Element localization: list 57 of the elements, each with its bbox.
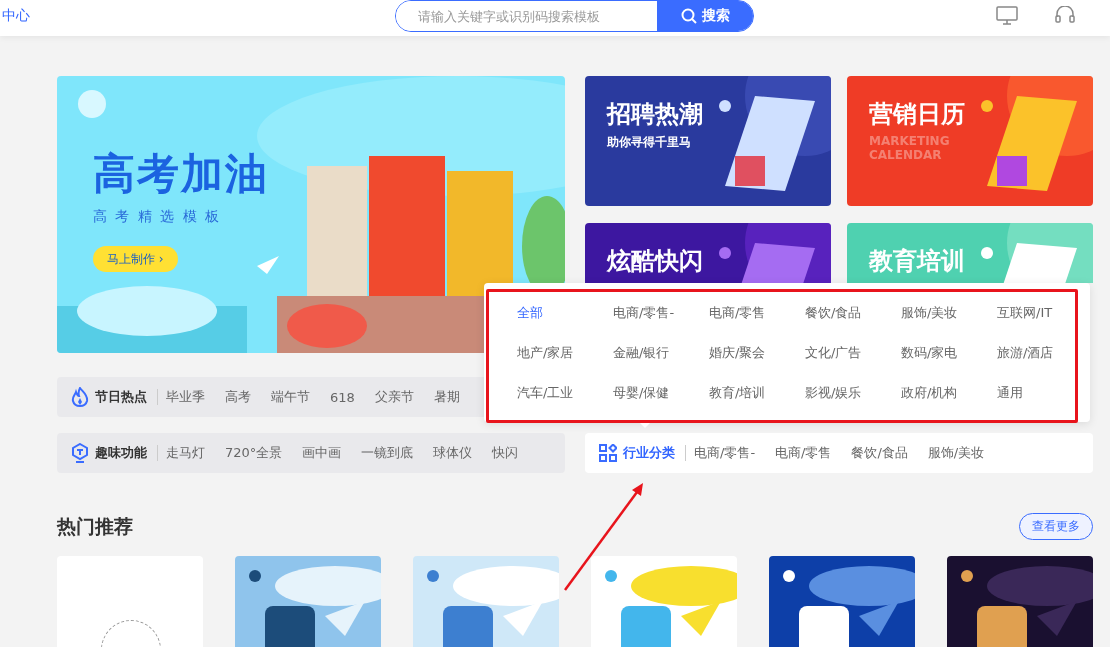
dropdown-item[interactable]: 影视/娱乐 <box>805 383 862 403</box>
dropdown-item[interactable]: 全部 <box>517 303 543 323</box>
tag-link[interactable]: 父亲节 <box>374 388 414 406</box>
tag-link[interactable]: 电商/零售- <box>694 444 756 462</box>
tag-link[interactable]: 毕业季 <box>166 388 205 406</box>
search-icon <box>680 8 697 24</box>
dropdown-item[interactable]: 电商/零售- <box>613 303 675 323</box>
dropdown-item[interactable]: 文化/广告 <box>805 343 862 363</box>
bar-label[interactable]: 行业分类 <box>623 445 686 461</box>
tag-link[interactable]: 餐饮/食品 <box>851 444 908 462</box>
card-subtitle: 助你寻得千里马 <box>607 134 692 151</box>
tag-link[interactable]: 暑期 <box>433 388 460 406</box>
dropdown-item[interactable]: 电商/零售 <box>709 303 766 323</box>
tag-link[interactable]: 球体仪 <box>433 444 473 462</box>
card-title: 营销日历 <box>869 99 966 130</box>
dropdown-item[interactable]: 地产/家居 <box>517 343 574 363</box>
tag-link[interactable]: 一镜到底 <box>361 444 414 462</box>
tag-link[interactable]: 618 <box>330 389 355 405</box>
view-more-button[interactable]: 查看更多 <box>1019 513 1093 540</box>
tag-link[interactable]: 720°全景 <box>225 444 283 462</box>
nav-link[interactable]: 中心 <box>2 7 30 25</box>
banner-subtitle: 高 考 精 选 模 板 <box>93 208 223 226</box>
search-button[interactable]: 搜索 <box>657 1 753 31</box>
tag-link[interactable]: 高考 <box>225 388 251 406</box>
dropdown-item[interactable]: 政府/机构 <box>901 383 958 403</box>
tag-link[interactable]: 端午节 <box>271 388 310 406</box>
dropdown-item[interactable]: 教育/培训 <box>709 383 766 403</box>
make-now-button[interactable]: 马上制作 › <box>93 246 178 272</box>
card-title: 招聘热潮 <box>607 99 704 130</box>
banner-title: 高考加油 <box>93 148 270 200</box>
dropdown-item[interactable]: 旅游/酒店 <box>997 343 1054 363</box>
monitor-icon[interactable] <box>996 6 1018 26</box>
dropdown-item[interactable]: 母婴/保健 <box>613 383 670 403</box>
flame-icon <box>71 387 89 407</box>
dropdown-item[interactable]: 汽车/工业 <box>517 383 574 403</box>
dropdown-item[interactable]: 餐饮/食品 <box>805 303 862 323</box>
card-subtitle: MARKETING CALENDAR <box>869 134 951 162</box>
search-field[interactable]: 请输入关键字或识别码搜索模板 搜索 <box>395 0 754 32</box>
bar-label[interactable]: 节日热点 <box>95 389 158 405</box>
dropdown-item[interactable]: 互联网/IT <box>997 303 1053 323</box>
dropdown-item[interactable]: 婚庆/聚会 <box>709 343 766 363</box>
tag-link[interactable]: 电商/零售 <box>775 444 832 462</box>
tag-link[interactable]: 快闪 <box>492 444 519 462</box>
dropdown-item[interactable]: 服饰/美妆 <box>901 303 958 323</box>
bar-label[interactable]: 趣味功能 <box>95 445 158 461</box>
dropdown-item[interactable]: 金融/银行 <box>613 343 670 363</box>
section-title: 热门推荐 <box>57 513 133 539</box>
card-title: 炫酷快闪 <box>607 246 704 277</box>
headset-icon[interactable] <box>1054 6 1076 26</box>
dropdown-item[interactable]: 数码/家电 <box>901 343 958 363</box>
tag-link[interactable]: 走马灯 <box>166 444 205 462</box>
tag-link[interactable]: 画中画 <box>302 444 342 462</box>
dropdown-item[interactable]: 通用 <box>997 383 1023 403</box>
badge-icon <box>71 443 89 463</box>
grid-icon <box>599 444 617 462</box>
tag-link[interactable]: 服饰/美妆 <box>927 444 985 462</box>
card-title: 教育培训 <box>869 246 966 277</box>
